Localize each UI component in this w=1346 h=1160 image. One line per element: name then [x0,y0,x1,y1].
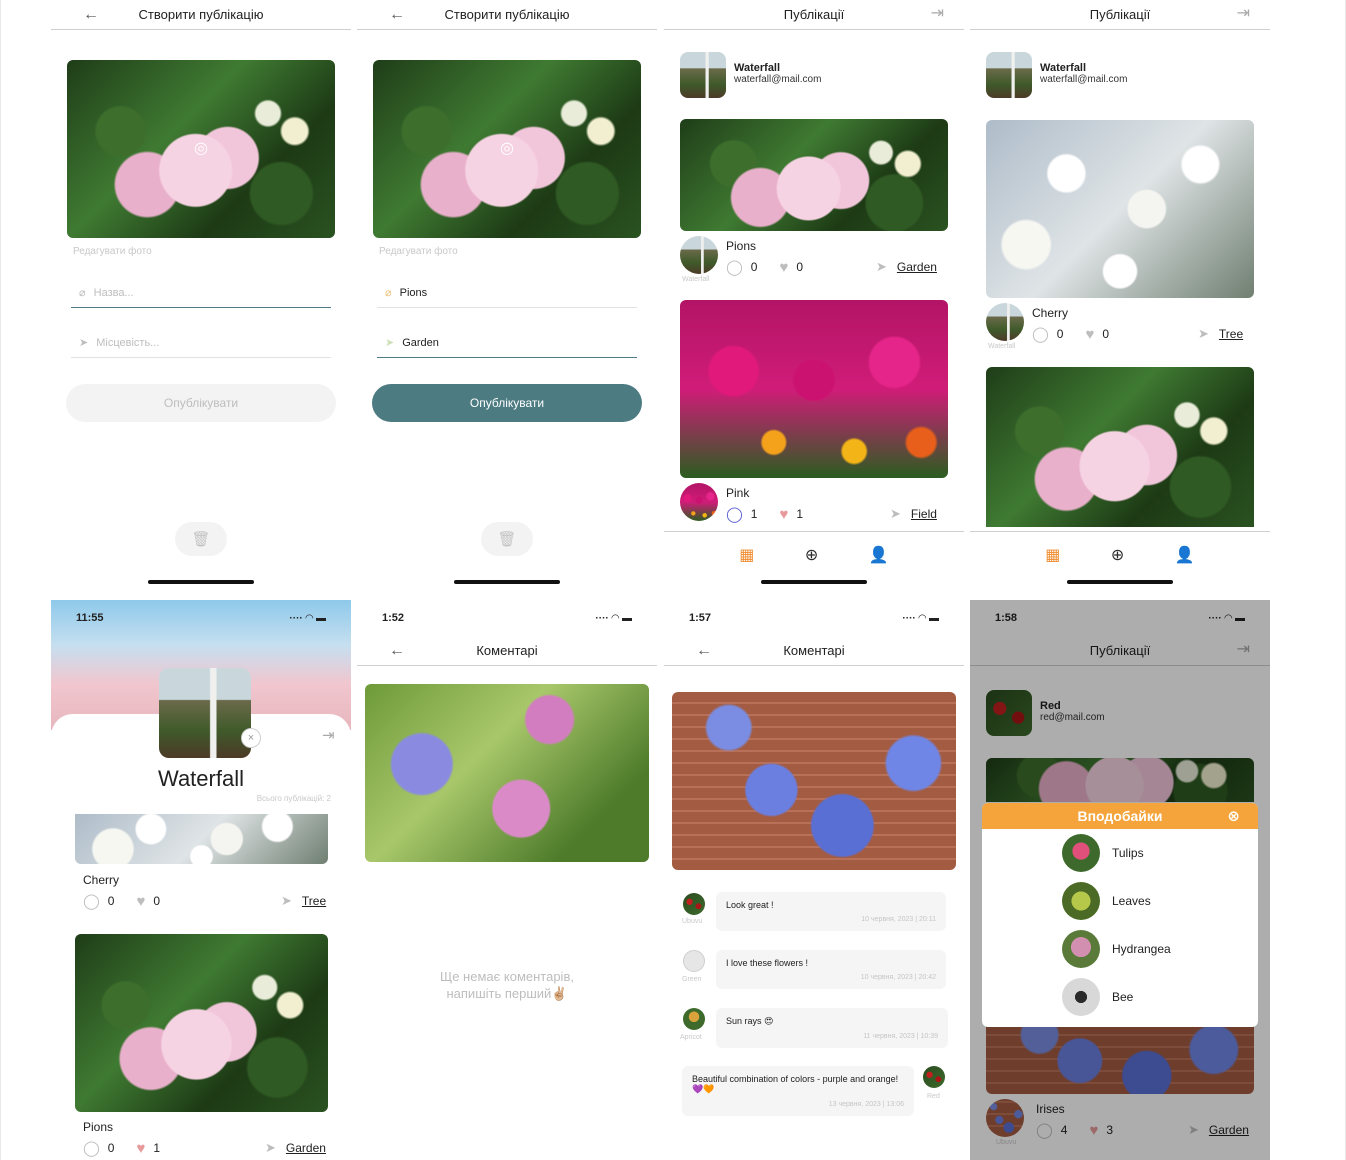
canvas-border [0,0,1346,1160]
